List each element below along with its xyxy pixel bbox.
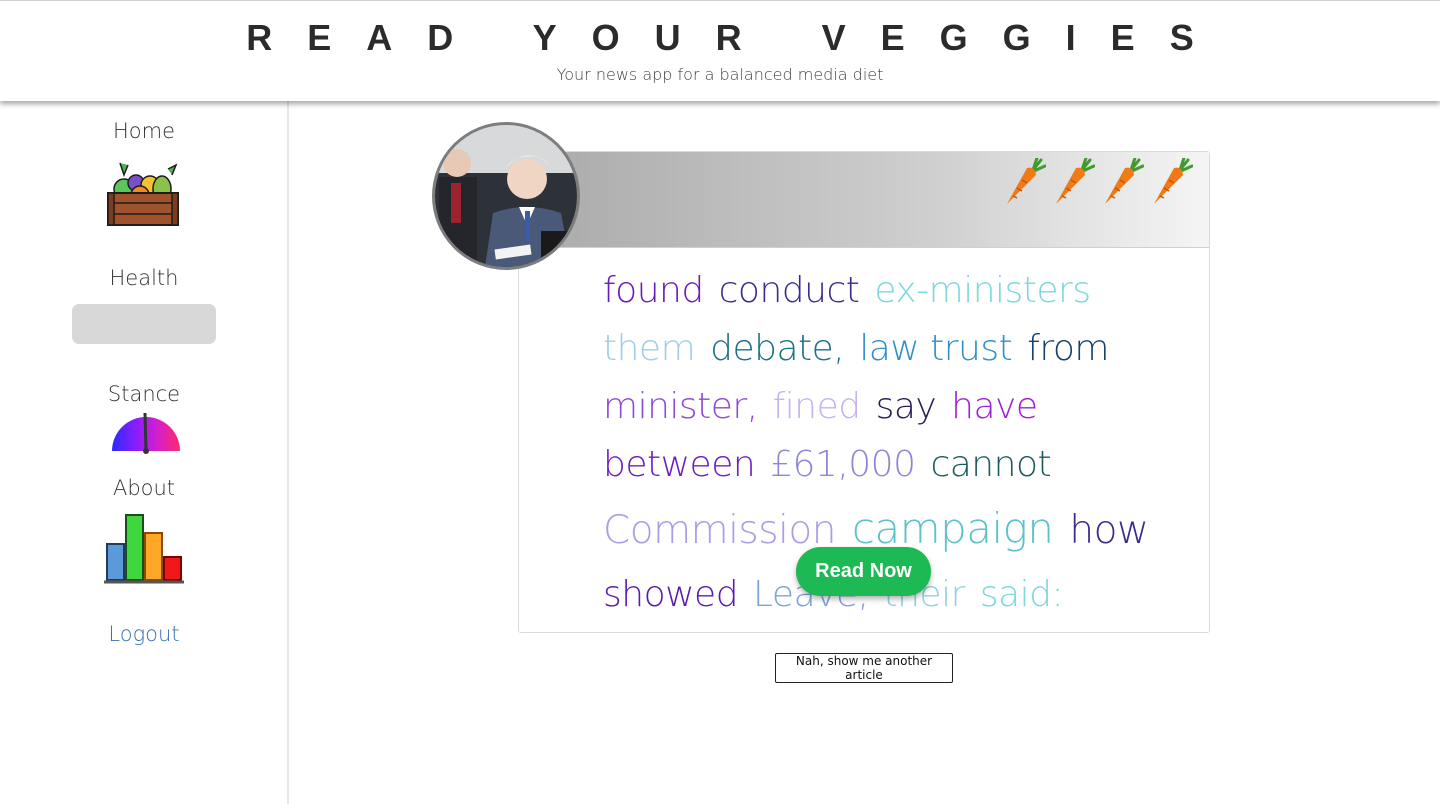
word-cloud-word: Commission: [603, 508, 836, 553]
word-cloud-line: found conduct ex-ministers: [603, 262, 1163, 320]
word-cloud-word: how: [1069, 508, 1149, 553]
word-cloud-word: them: [603, 328, 696, 369]
health-bar: [72, 304, 216, 344]
word-cloud-word: conduct: [718, 270, 860, 311]
word-cloud-word: cannot: [930, 444, 1052, 485]
word-cloud-word: debate,: [710, 328, 845, 369]
word-cloud-line: minister, fined say have: [603, 378, 1163, 436]
word-cloud-word: have: [951, 386, 1038, 427]
word-cloud-word: between: [603, 444, 756, 485]
read-now-button[interactable]: Read Now: [796, 547, 931, 596]
word-cloud-word: ex-ministers: [874, 270, 1091, 311]
veggie-crate-icon[interactable]: [106, 159, 180, 227]
article-thumbnail: [432, 122, 580, 270]
carrot-icon: [1056, 158, 1095, 204]
word-cloud-word: said:: [979, 574, 1064, 615]
article-card-header: [519, 152, 1209, 248]
app-header: READ YOUR VEGGIES Your news app for a ba…: [0, 0, 1440, 101]
word-cloud-word: fined: [772, 386, 862, 427]
word-cloud-word: campaign: [851, 504, 1054, 553]
sidebar-item-home[interactable]: Home: [0, 119, 288, 143]
sidebar-item-about[interactable]: About: [0, 476, 288, 500]
sidebar: Home Health Stance About Logout: [0, 101, 289, 804]
word-cloud-line: between £61,000 cannot: [603, 436, 1163, 494]
article-photo: [435, 125, 577, 267]
another-article-button[interactable]: Nah, show me another article: [775, 653, 953, 683]
word-cloud-word: minister,: [603, 386, 758, 427]
word-cloud-word: £61,000: [770, 444, 916, 485]
carrot-rating: [1003, 158, 1193, 208]
app-subtitle: Your news app for a balanced media diet: [556, 65, 884, 84]
bar-chart-icon[interactable]: [103, 513, 185, 585]
sidebar-item-health[interactable]: Health: [0, 266, 288, 290]
carrot-icon: [1105, 158, 1144, 204]
word-cloud-word: showed: [603, 574, 739, 615]
word-cloud-line: them debate, law trust from: [603, 320, 1163, 378]
logout-link[interactable]: Logout: [0, 622, 288, 646]
carrot-icon: [1007, 158, 1046, 204]
word-cloud-word: say: [875, 386, 937, 427]
app-title: READ YOUR VEGGIES: [246, 17, 1229, 58]
stance-gauge-icon[interactable]: [110, 411, 182, 457]
word-cloud-word: law trust: [859, 328, 1013, 369]
word-cloud-word: from: [1027, 328, 1109, 369]
carrot-icon: [1154, 158, 1193, 204]
word-cloud-word: found: [603, 270, 704, 311]
sidebar-item-stance[interactable]: Stance: [0, 382, 288, 406]
